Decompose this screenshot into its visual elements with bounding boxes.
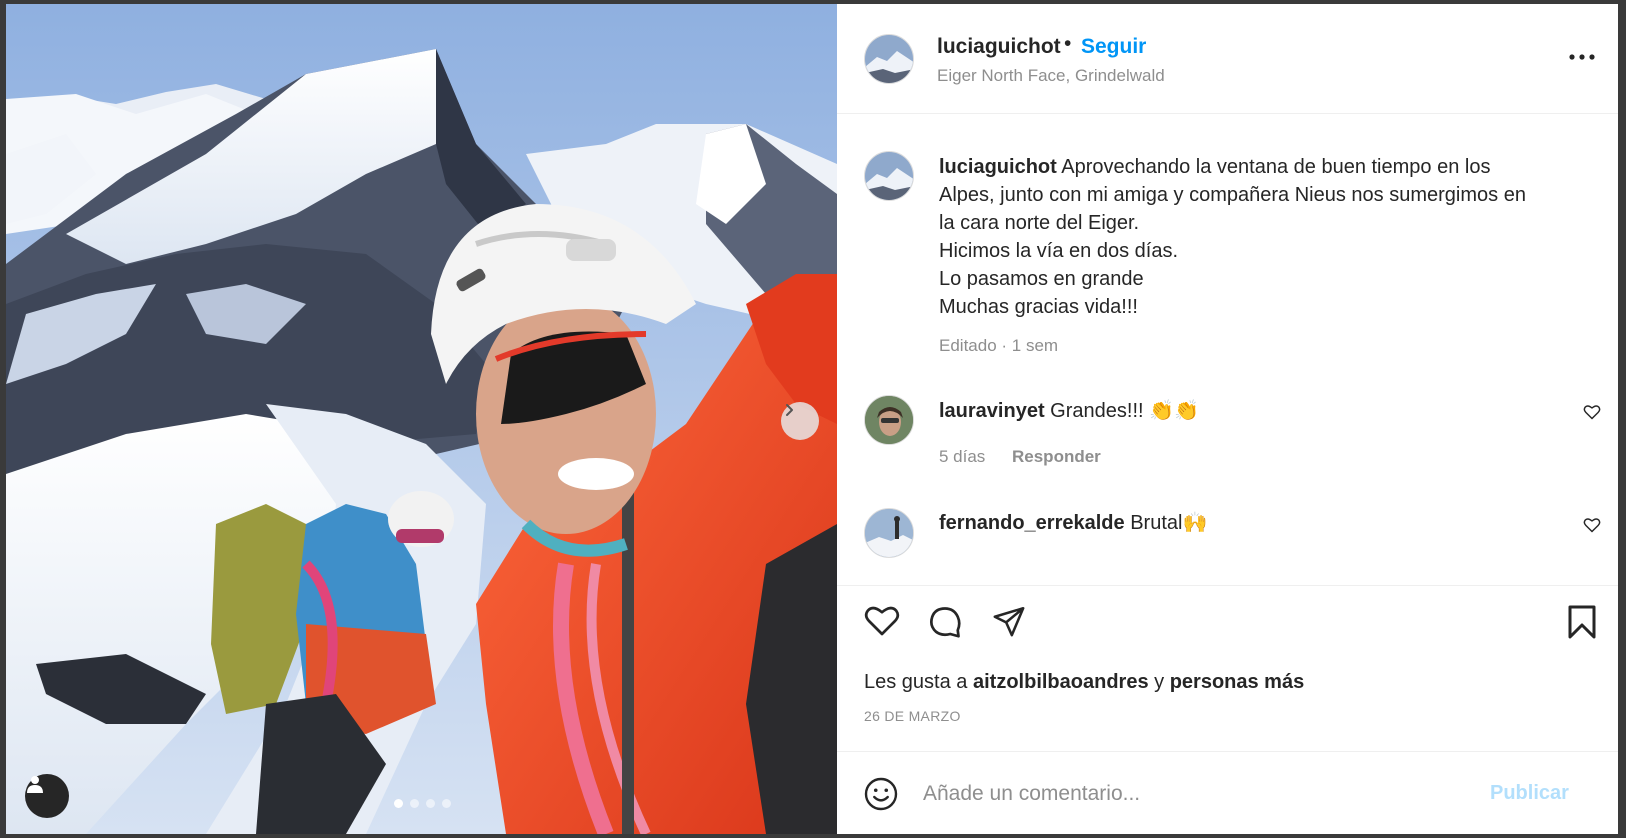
caption-avatar[interactable] [864, 151, 914, 201]
caption-line-1: Aprovechando la ventana de buen tiempo e… [1061, 156, 1491, 178]
caption-username[interactable]: luciaguichot [939, 156, 1057, 178]
heart-outline-icon [1583, 518, 1601, 533]
user-icon [27, 776, 43, 793]
heart-outline-icon [1583, 405, 1601, 420]
more-horizontal-icon [1569, 54, 1595, 60]
caption-line-3: la cara norte del Eiger. [939, 212, 1140, 234]
comment-username[interactable]: lauravinyet [939, 400, 1045, 422]
like-button[interactable] [864, 604, 900, 642]
comment-text: lauravinyet Grandes!!! 👏👏 [939, 398, 1199, 423]
author-username[interactable]: luciaguichot [937, 35, 1061, 59]
likes-others-link[interactable]: personas más [1170, 671, 1305, 693]
caption-line-4: Hicimos la vía en dos días. [939, 240, 1178, 262]
post-photo[interactable] [6, 4, 837, 834]
tagged-users-button[interactable] [25, 774, 69, 818]
carousel-dot-1 [394, 799, 403, 808]
comment-body: Brutal🙌 [1130, 512, 1208, 534]
chevron-right-icon [786, 404, 793, 416]
paper-plane-icon [993, 606, 1025, 637]
likes-prefix: Les gusta a [864, 671, 968, 693]
follow-button[interactable]: Seguir [1081, 35, 1146, 59]
caption-line-5: Lo pasamos en grande [939, 268, 1144, 290]
more-options-button[interactable] [1565, 44, 1599, 70]
carousel-indicator [394, 799, 451, 808]
comment-input[interactable] [923, 776, 1463, 812]
next-slide-button[interactable] [781, 402, 819, 440]
post-modal: luciaguichot • Seguir Eiger North Face, … [6, 4, 1618, 834]
comments-section[interactable]: luciaguichot Aprovechando la ventana de … [837, 115, 1618, 585]
heart-icon [864, 606, 900, 636]
reply-button[interactable]: Responder [1012, 447, 1101, 467]
comment-button[interactable] [927, 604, 963, 645]
post-side-panel: luciaguichot • Seguir Eiger North Face, … [837, 4, 1618, 834]
comment-username[interactable]: fernando_errekalde [939, 512, 1125, 534]
smiley-icon [864, 777, 898, 811]
post-header: luciaguichot • Seguir Eiger North Face, … [837, 4, 1618, 114]
add-comment-bar: Publicar [837, 751, 1618, 834]
carousel-dot-4 [442, 799, 451, 808]
post-date[interactable]: 26 DE MARZO [864, 708, 961, 724]
comment-text: fernando_errekalde Brutal🙌 [939, 510, 1207, 535]
comment-like-button[interactable] [1583, 404, 1601, 425]
emoji-button[interactable] [863, 776, 899, 817]
comment-body: Grandes!!! 👏👏 [1050, 400, 1199, 422]
share-button[interactable] [991, 604, 1027, 643]
carousel-dot-2 [410, 799, 419, 808]
likes-user-link[interactable]: aitzolbilbaoandres [973, 671, 1149, 693]
post-caption: luciaguichot Aprovechando la ventana de … [939, 153, 1569, 321]
likes-conjunction: y [1154, 671, 1165, 693]
comment-avatar[interactable] [864, 508, 914, 558]
caption-meta: Editado · 1 sem [939, 336, 1059, 355]
caption-line-6: Muchas gracias vida!!! [939, 296, 1138, 318]
save-button[interactable] [1567, 604, 1597, 645]
likes-summary: Les gusta a aitzolbilbaoandres y persona… [864, 671, 1304, 694]
carousel-dot-3 [426, 799, 435, 808]
caption-line-2: Alpes, junto con mi amiga y compañera Ni… [939, 184, 1526, 206]
header-separator: • [1064, 32, 1072, 55]
comment-time: 5 días [939, 447, 986, 466]
publish-button[interactable]: Publicar [1490, 782, 1569, 805]
author-avatar[interactable] [864, 34, 914, 84]
post-actions-bar [837, 585, 1618, 642]
mountain-selfie-image [6, 4, 837, 834]
bookmark-icon [1568, 605, 1596, 639]
comment-like-button[interactable] [1583, 517, 1601, 538]
comment-avatar[interactable] [864, 395, 914, 445]
post-location[interactable]: Eiger North Face, Grindelwald [937, 66, 1165, 86]
comment-bubble-icon [930, 607, 961, 638]
